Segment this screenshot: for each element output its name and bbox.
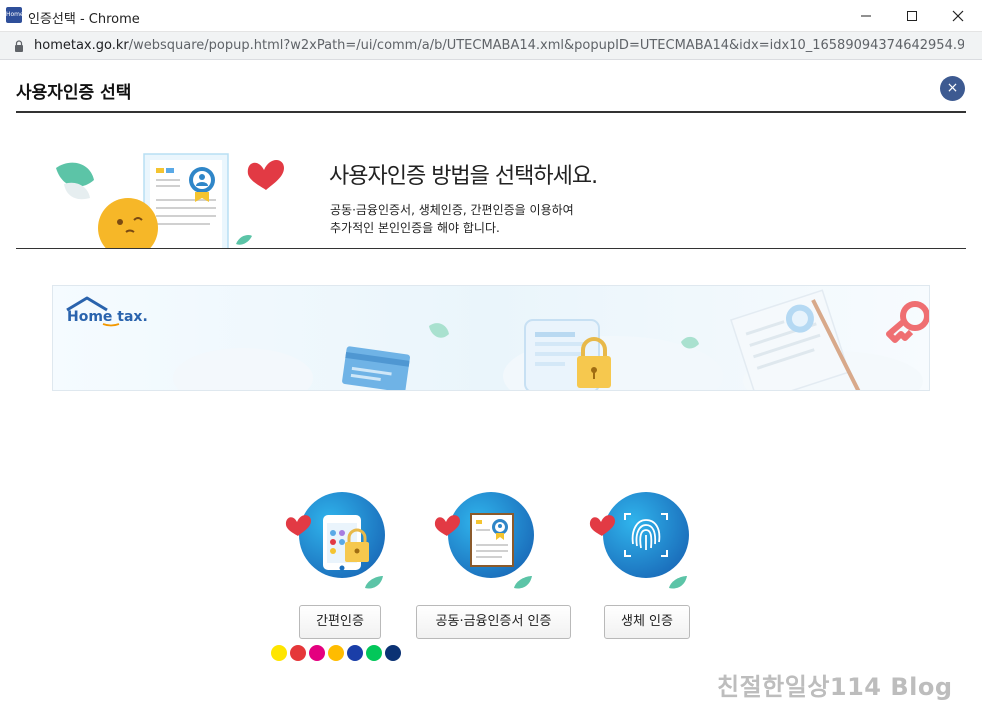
intro-divider: [16, 248, 966, 249]
intro-headline: 사용자인증 방법을 선택하세요.: [329, 164, 598, 189]
key-icon: [886, 301, 929, 343]
blog-watermark: 친절한일상114 Blog: [717, 673, 953, 701]
banner-illustration: Home tax.: [66, 289, 929, 390]
hometax-logo-icon: Home tax.: [66, 296, 148, 327]
intro-description: 공동·금융인증서, 생체인증, 간편인증을 이용하여 추가적인 본인인증을 해야…: [330, 201, 574, 237]
kakao-logo-icon: [271, 645, 287, 661]
kb-logo-icon: [328, 645, 344, 661]
hometax-banner: Home tax.: [52, 285, 930, 391]
intro-desc-line2: 추가적인 본인인증을 해야 합니다.: [330, 221, 500, 235]
maximize-icon: [907, 11, 917, 21]
window-close-button[interactable]: [935, 0, 981, 32]
provider-logos: [271, 645, 405, 661]
card-icon: [342, 346, 410, 390]
popup-title: 사용자인증 선택: [16, 83, 132, 103]
hometax-logo-text: Home tax.: [67, 309, 148, 325]
samsung-pass-logo-icon: [347, 645, 363, 661]
close-icon: [952, 10, 964, 22]
biometric-auth-button[interactable]: 생체 인증: [604, 605, 690, 639]
pass-logo-icon: [309, 645, 325, 661]
address-bar[interactable]: hometax.go.kr/websquare/popup.html?w2xPa…: [0, 32, 982, 60]
fingerprint-icon[interactable]: [589, 490, 699, 595]
certificate-auth-button[interactable]: 공동·금융인증서 인증: [416, 605, 571, 639]
certificate-illustration: [56, 153, 284, 248]
window-titlebar: Home 인증선택 - Chrome: [0, 0, 982, 32]
simple-auth-button[interactable]: 간편인증: [299, 605, 381, 639]
close-icon: ×: [946, 80, 959, 96]
popup-close-button[interactable]: ×: [940, 76, 965, 101]
hometax-app-icon: Home: [6, 7, 24, 23]
phone-lock-banner-icon: [524, 319, 611, 390]
minimize-icon: [861, 15, 871, 17]
certificate-icon[interactable]: [434, 490, 544, 595]
leaf-icon: [429, 323, 449, 338]
url-text[interactable]: hometax.go.kr/websquare/popup.html?w2xPa…: [34, 38, 964, 53]
url-domain: hometax.go.kr: [34, 38, 129, 53]
intro-desc-line1: 공동·금융인증서, 생체인증, 간편인증을 이용하여: [330, 203, 574, 217]
minimize-button[interactable]: [843, 0, 889, 32]
header-divider: [16, 111, 966, 113]
url-path: /websquare/popup.html?w2xPath=/ui/comm/a…: [128, 38, 964, 53]
phone-lock-icon[interactable]: [285, 490, 395, 595]
lock-icon: [15, 40, 23, 52]
shinhan-logo-icon: [385, 645, 401, 661]
maximize-button[interactable]: [889, 0, 935, 32]
heart-icon: [247, 160, 284, 190]
naver-logo-icon: [366, 645, 382, 661]
window-title: 인증선택 - Chrome: [28, 12, 140, 27]
payco-logo-icon: [290, 645, 306, 661]
